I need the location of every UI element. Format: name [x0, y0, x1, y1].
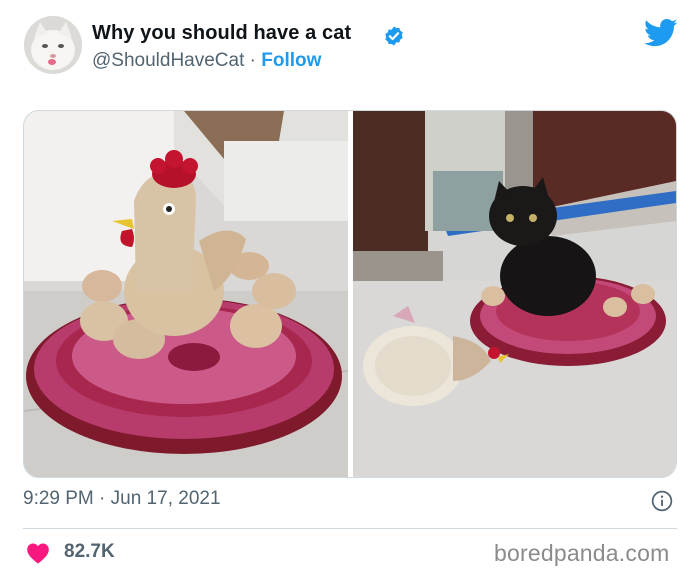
divider	[23, 528, 677, 529]
info-icon[interactable]	[651, 490, 673, 512]
photo-crochet-hen[interactable]	[24, 111, 348, 477]
handle[interactable]: @ShouldHaveCat	[92, 50, 244, 71]
handle-row: @ShouldHaveCat · Follow	[92, 50, 321, 72]
avatar[interactable]	[24, 16, 82, 74]
like-count[interactable]: 82.7K	[64, 541, 115, 563]
follow-button[interactable]: Follow	[261, 50, 321, 71]
watermark: boredpanda.com	[494, 540, 670, 566]
twitter-bird-icon[interactable]	[644, 18, 678, 48]
heart-icon[interactable]	[26, 542, 50, 564]
verified-badge-icon	[385, 26, 403, 46]
media-grid[interactable]	[23, 110, 677, 478]
separator: ·	[249, 50, 256, 71]
photo-cat-on-nest[interactable]	[353, 111, 676, 477]
timestamp[interactable]: 9:29 PM · Jun 17, 2021	[23, 488, 221, 510]
display-name[interactable]: Why you should have a cat	[92, 22, 351, 45]
